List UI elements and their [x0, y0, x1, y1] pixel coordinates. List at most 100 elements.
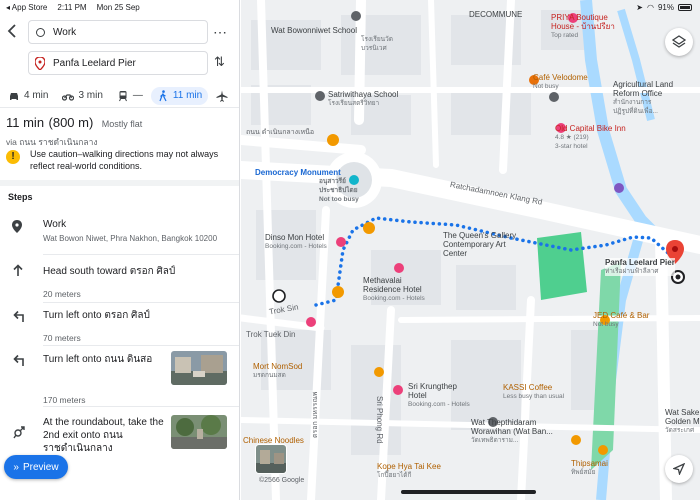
map-label-methavalai[interactable]: Methavalai Residence Hotel Booking.com -…	[363, 276, 425, 303]
poi-name-th: มรดกนมสด	[253, 372, 286, 379]
mode-motorbike[interactable]: 3 min	[56, 87, 108, 105]
poi-name: Mort NomSod	[253, 362, 303, 371]
clock: 2:11 PM	[57, 3, 87, 12]
map-label-queen-gallery[interactable]: The Queen's Gallery Contemporary Art Cen…	[443, 231, 516, 258]
step-distance: 20 meters	[43, 289, 81, 299]
swap-icon[interactable]: ⇅	[214, 54, 225, 70]
poi-detail: Not too busy	[319, 196, 359, 203]
back-icon[interactable]	[6, 22, 22, 43]
step-item[interactable]: Work Wat Bowon Niwet, Phra Nakhon, Bangk…	[0, 216, 239, 256]
map-label-jed[interactable]: JED Café & Bar Not busy	[593, 311, 649, 329]
my-location-button[interactable]	[665, 455, 693, 483]
mode-walk[interactable]: 11 min	[150, 86, 209, 105]
poi-name: Wat Sake	[665, 408, 700, 417]
home-indicator[interactable]	[401, 490, 536, 494]
poi-name-th: ท่าเรือผ่านฟ้าลีลาศ	[605, 268, 659, 275]
wifi-icon: ◠	[647, 3, 654, 12]
map-label-mort[interactable]: Mort NomSod มรดกนมสด	[253, 362, 302, 380]
poi-name: Old Capital Bike Inn	[555, 124, 626, 133]
copyright-text: ©2566 Google	[259, 477, 305, 484]
step-divider	[43, 406, 239, 407]
poi-name-th2: บวรนิเวศ	[361, 45, 387, 52]
transit-icon	[118, 90, 127, 101]
map-label-priya[interactable]: PRIYA Boutique House - บ้านปรียา Top rat…	[551, 13, 615, 40]
map-label-kope[interactable]: Kope Hya Tai Kee โกปี๊ฮยาไต้กี	[377, 462, 441, 480]
mode-transit-label: —	[132, 90, 143, 101]
poi-name-th2: ปฏิรูปที่ดินเพื่อ...	[613, 108, 658, 115]
poi-name: The Queen's Gallery	[443, 231, 517, 240]
mode-drive-label: 4 min	[24, 90, 49, 101]
summary-time: 11 min	[6, 115, 45, 130]
origin-icon	[36, 28, 45, 37]
poi-name: Wat Bowonniwet School	[271, 26, 357, 35]
back-to-app[interactable]: ◂ App Store	[6, 3, 47, 12]
map-label-thepthidaram[interactable]: Wat Thepthidaram Worawihan (Wat Ban... ว…	[471, 418, 553, 445]
poi-detail: Booking.com - Hotels	[408, 401, 470, 408]
map-label-satri[interactable]: Satriwithaya School โรงเรียนสตรีวิทยา	[328, 90, 398, 108]
roundabout-icon	[12, 425, 28, 439]
poi-name: Methavalai	[363, 276, 402, 285]
directions-panel: ⋯ ⇅ 4 min 3 min — 11 min 11 min	[0, 0, 240, 500]
turn-left-icon	[12, 309, 28, 323]
poi-name: Wat Thepthidaram	[471, 418, 537, 427]
walk-icon	[159, 89, 167, 101]
map-label-panfa[interactable]: Panfa Leelard Pier ท่าเรือผ่านฟ้าลีลาศ	[605, 258, 675, 276]
map-label-kassi[interactable]: KASSI Coffee Less busy than usual	[503, 383, 564, 401]
motorbike-icon	[62, 93, 75, 101]
more-vert-icon[interactable]: ⋯	[213, 24, 227, 41]
street-view-thumbnail[interactable]	[171, 415, 227, 449]
map-label-bowonniwet[interactable]: Wat Bowonniwet School โรงเรียนวัด บวรนิเ…	[271, 26, 393, 53]
section-divider	[0, 180, 239, 186]
poi-name: Panfa Leelard Pier	[605, 258, 675, 267]
step-text: Head south toward ตรอก ศิลป์	[43, 266, 176, 277]
poi-name-th: วัดเทพธิดาราม...	[471, 437, 519, 444]
step-item[interactable]: Head south toward ตรอก ศิลป์	[0, 264, 239, 284]
map-label-wat-saket[interactable]: Wat Sake Golden M วัดสระเกศ	[665, 408, 700, 435]
poi-name: Sri Krungthep	[408, 382, 457, 391]
poi-detail: 3-star hotel	[555, 143, 588, 150]
poi-name: Satriwithaya School	[328, 90, 399, 99]
battery-percent: 91%	[657, 3, 674, 12]
navigation-arrow-icon	[673, 463, 685, 475]
map-label-agri[interactable]: Agricultural Land Reform Office สำนักงาน…	[613, 80, 673, 116]
step-distance: 170 meters	[43, 395, 86, 405]
warning-icon: !	[6, 150, 20, 164]
map-view[interactable]: DECOMMUNE PRIYA Boutique House - บ้านปรี…	[241, 0, 700, 500]
mode-drive[interactable]: 4 min	[2, 87, 54, 105]
map-label-thipsamai[interactable]: Thipsamai ทิพย์สมัย	[571, 459, 608, 477]
step-item[interactable]: At the roundabout, take the 2nd exit ont…	[0, 413, 239, 454]
poi-name-line2: Contemporary Art	[443, 240, 506, 249]
origin-input[interactable]	[29, 21, 179, 43]
street-view-preview[interactable]	[255, 444, 287, 474]
car-icon	[10, 92, 18, 100]
poi-name-th: โกปี๊ฮยาไต้กี	[377, 472, 412, 479]
preview-button[interactable]: » Preview	[4, 455, 68, 479]
preview-icon: »	[13, 461, 19, 473]
origin-field-box	[28, 20, 208, 44]
map-label-sri-krungthep[interactable]: Sri Krungthep Hotel Booking.com - Hotels	[408, 382, 470, 409]
poi-name: Kope Hya Tai Kee	[377, 462, 441, 471]
mode-transit[interactable]: —	[111, 87, 149, 105]
poi-detail: Not busy	[533, 83, 559, 90]
poi-name: Dinso Mon Hotel	[265, 233, 325, 242]
poi-name-th: วัดสระเกศ	[665, 427, 695, 434]
travel-modes: 4 min 3 min — 11 min	[0, 84, 239, 108]
street-view-thumbnail[interactable]	[171, 351, 227, 385]
map-label-cafe-velodome[interactable]: Café Velodome Not busy	[533, 73, 588, 91]
poi-name-th: สำนักงานการ	[613, 99, 652, 106]
back-app-label[interactable]: App Store	[12, 3, 48, 12]
map-road-mahannop: ตรอก มหรรณพ	[312, 391, 319, 438]
mode-flight[interactable]	[210, 87, 234, 105]
destination-input[interactable]	[29, 52, 179, 74]
step-item[interactable]: Turn left onto ถนน ดินสอ	[0, 350, 239, 388]
poi-detail: Booking.com - Hotels	[363, 295, 425, 302]
step-item[interactable]: Turn left onto ตรอก ศิลป์	[0, 308, 239, 328]
map-label-old-capital[interactable]: Old Capital Bike Inn 4.8 ★ (219) 3-star …	[555, 124, 626, 151]
map-road-sri-phong: Sri Phong Rd	[375, 396, 384, 444]
map-label-democracy[interactable]: Democracy Monument อนุสาวรีย์ ประชาธิปไต…	[255, 168, 359, 204]
map-label-dinso[interactable]: Dinso Mon Hotel Booking.com - Hotels	[265, 233, 327, 251]
layers-button[interactable]	[665, 28, 693, 56]
step-divider	[43, 302, 239, 303]
summary-terrain: Mostly flat	[101, 119, 143, 129]
poi-name-th: อนุสาวรีย์	[319, 178, 346, 185]
